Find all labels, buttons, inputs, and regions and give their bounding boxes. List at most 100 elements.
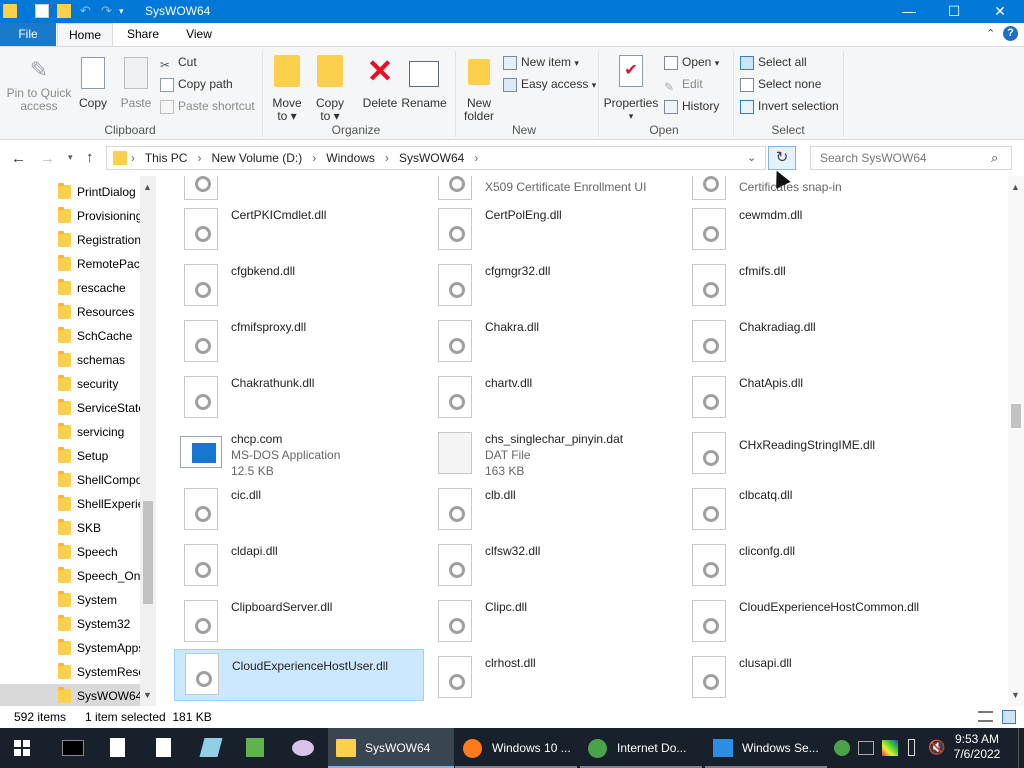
paint-app-icon[interactable] xyxy=(280,728,326,768)
properties-button[interactable]: ✔ Properties ▾ xyxy=(603,55,659,123)
file-item[interactable]: chs_singlechar_pinyin.dat DAT File 163 K… xyxy=(428,428,678,480)
file-item[interactable]: Chakra.dll xyxy=(428,316,678,368)
nav-pane-scrollbar[interactable]: ▲ ▼ xyxy=(140,176,156,706)
forward-arrow-icon[interactable]: → xyxy=(40,150,55,167)
file-item[interactable]: cldapi.dll xyxy=(174,540,424,592)
file-item[interactable]: cfmifs.dll xyxy=(682,260,932,312)
undo-icon[interactable]: ↶ xyxy=(80,4,94,18)
nav-folder-item[interactable]: ShellCompo xyxy=(0,468,140,492)
file-item[interactable]: CertPolEng.dll xyxy=(428,204,678,256)
notepad-app-icon[interactable] xyxy=(94,728,140,768)
paste-shortcut-button[interactable]: Paste shortcut xyxy=(160,97,255,117)
file-item-partial[interactable]: Certificates snap-in xyxy=(682,176,932,206)
file-item[interactable]: ClipboardServer.dll xyxy=(174,596,424,648)
file-item[interactable]: chcp.com MS-DOS Application 12.5 KB xyxy=(174,428,424,480)
address-bar[interactable]: › This PC › New Volume (D:) › Windows › … xyxy=(106,146,766,170)
scroll-up-icon[interactable]: ▲ xyxy=(143,182,152,192)
copy-to-button[interactable]: Copy to ▾ xyxy=(311,55,349,123)
up-arrow-icon[interactable]: ↑ xyxy=(86,149,94,166)
pin-to-quick-access-button[interactable]: ✎ Pin to Quick access xyxy=(4,57,74,113)
new-item-button[interactable]: New item ▾ xyxy=(503,53,579,73)
nav-folder-item[interactable]: PrintDialog xyxy=(0,180,140,204)
close-button[interactable]: ✕ xyxy=(977,0,1023,23)
file-item[interactable]: cfgmgr32.dll xyxy=(428,260,678,312)
file-item-partial[interactable] xyxy=(174,176,424,206)
file-item-selected[interactable]: CloudExperienceHostUser.dll xyxy=(174,649,424,701)
terminal-app-icon[interactable] xyxy=(48,728,94,768)
nav-folder-item[interactable]: System32 xyxy=(0,612,140,636)
taskbar-task-windows-security[interactable]: Windows Se... xyxy=(705,728,827,768)
nav-folder-item[interactable]: Provisioning xyxy=(0,204,140,228)
file-item[interactable]: clusapi.dll xyxy=(682,652,932,704)
file-item[interactable]: Clipc.dll xyxy=(428,596,678,648)
redo-icon[interactable]: ↷ xyxy=(101,4,115,18)
editor-app-icon[interactable] xyxy=(186,728,232,768)
breadcrumb-new-volume[interactable]: New Volume (D:) xyxy=(212,151,303,165)
file-item-partial[interactable]: X509 Certificate Enrollment UI xyxy=(428,176,678,206)
nav-folder-item[interactable]: servicing xyxy=(0,420,140,444)
search-input[interactable]: Search SysWOW64 ⌕ xyxy=(810,146,1012,170)
document-app-icon[interactable] xyxy=(140,728,186,768)
nav-folder-item[interactable]: rescache xyxy=(0,276,140,300)
details-view-icon[interactable] xyxy=(978,711,993,722)
file-item[interactable]: ChatApis.dll xyxy=(682,372,932,424)
taskbar-task-syswow64[interactable]: SysWOW64 xyxy=(328,728,454,768)
history-button[interactable]: History xyxy=(664,97,719,117)
nav-pane-scrollbar-thumb[interactable] xyxy=(143,501,153,604)
tab-view[interactable]: View xyxy=(173,23,225,46)
nav-folder-item[interactable]: Resources xyxy=(0,300,140,324)
file-item[interactable]: CloudExperienceHostCommon.dll xyxy=(682,596,932,648)
nav-folder-item[interactable]: ShellExperie xyxy=(0,492,140,516)
file-item[interactable]: Chakradiag.dll xyxy=(682,316,932,368)
usb-icon[interactable] xyxy=(908,739,915,756)
nav-folder-item[interactable]: RemotePacl xyxy=(0,252,140,276)
breadcrumb-windows[interactable]: Windows xyxy=(326,151,375,165)
select-all-button[interactable]: Select all xyxy=(740,53,807,73)
nav-folder-item[interactable]: SKB xyxy=(0,516,140,540)
network-icon[interactable] xyxy=(858,741,874,755)
tab-share[interactable]: Share xyxy=(117,23,169,46)
breadcrumb-this-pc[interactable]: This PC xyxy=(145,151,188,165)
new-folder-button[interactable]: New folder xyxy=(460,55,498,123)
move-to-button[interactable]: Move to ▾ xyxy=(268,55,306,123)
color-picker-icon[interactable] xyxy=(882,740,898,756)
nav-folder-item[interactable]: ServiceState xyxy=(0,396,140,420)
file-item[interactable]: cfgbkend.dll xyxy=(174,260,424,312)
copy-path-button[interactable]: Copy path xyxy=(160,75,233,95)
file-list-scrollbar[interactable]: ▲ ▼ xyxy=(1008,176,1024,706)
file-item[interactable]: Chakrathunk.dll xyxy=(174,372,424,424)
nav-folder-item[interactable]: SystemReso xyxy=(0,660,140,684)
invert-selection-button[interactable]: Invert selection xyxy=(740,97,839,117)
nav-folder-item[interactable]: security xyxy=(0,372,140,396)
file-item[interactable]: clfsw32.dll xyxy=(428,540,678,592)
scroll-up-icon[interactable]: ▲ xyxy=(1011,182,1020,192)
open-button[interactable]: Open ▾ xyxy=(664,53,719,73)
file-item[interactable]: clrhost.dll xyxy=(428,652,678,704)
nav-folder-item[interactable]: Registration xyxy=(0,228,140,252)
file-item[interactable]: chartv.dll xyxy=(428,372,678,424)
customize-quick-access-icon[interactable]: ▾ xyxy=(119,4,133,18)
file-item[interactable]: CertPKICmdlet.dll xyxy=(174,204,424,256)
file-list-scrollbar-thumb[interactable] xyxy=(1011,404,1021,428)
scroll-down-icon[interactable]: ▼ xyxy=(1011,690,1020,700)
easy-access-button[interactable]: Easy access ▾ xyxy=(503,75,596,95)
new-folder-quick-icon[interactable] xyxy=(57,4,71,18)
nav-folder-item[interactable]: System xyxy=(0,588,140,612)
file-item[interactable]: cewmdm.dll xyxy=(682,204,932,256)
back-arrow-icon[interactable]: ← xyxy=(11,150,26,167)
edit-button[interactable]: ✎ Edit xyxy=(664,75,703,95)
tab-home[interactable]: Home xyxy=(57,23,113,47)
nav-folder-item[interactable]: SchCache xyxy=(0,324,140,348)
rename-button[interactable]: Rename xyxy=(401,55,447,110)
tray-app-icon[interactable] xyxy=(834,740,850,756)
nav-folder-item[interactable]: schemas xyxy=(0,348,140,372)
scroll-down-icon[interactable]: ▼ xyxy=(143,690,152,700)
copy-button[interactable]: Copy xyxy=(76,57,110,110)
properties-quick-icon[interactable] xyxy=(35,4,49,18)
delete-button[interactable]: ✕ Delete xyxy=(358,55,402,110)
nav-folder-item[interactable]: Speech xyxy=(0,540,140,564)
maximize-button[interactable]: ☐ xyxy=(931,0,977,23)
volume-muted-icon[interactable]: 🔇 xyxy=(928,739,945,756)
large-icons-view-icon[interactable] xyxy=(1002,710,1016,724)
file-item[interactable]: clb.dll xyxy=(428,484,678,536)
